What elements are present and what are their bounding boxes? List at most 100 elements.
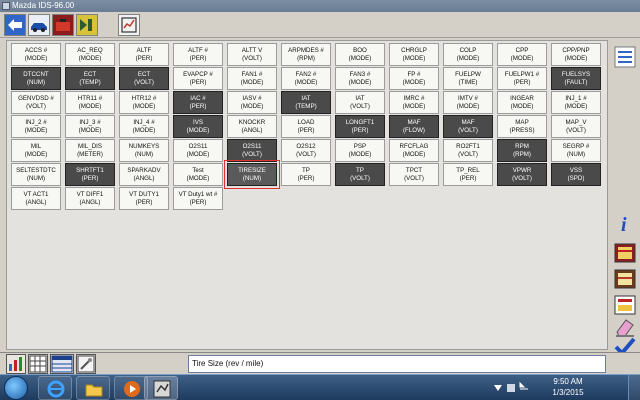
pid-name: COLP (459, 47, 477, 54)
pid-button[interactable]: TP (PER) (281, 163, 331, 186)
pid-button[interactable]: FAN3 # (MODE) (335, 67, 385, 90)
pid-button[interactable]: MAP_V (VOLT) (551, 115, 601, 138)
pid-button[interactable]: O2S11 (MODE) (173, 139, 223, 162)
pid-button[interactable]: ECT (TEMP) (65, 67, 115, 90)
pid-name: INJ_2 # (25, 119, 47, 126)
pid-button[interactable]: FUELPW1 # (PER) (497, 67, 547, 90)
pid-button[interactable]: INJ_2 # (MODE) (11, 115, 61, 138)
pid-unit: (METER) (77, 151, 103, 158)
pid-unit: (VOLT) (242, 55, 262, 62)
table-view-button[interactable] (50, 354, 74, 374)
pid-button[interactable]: MIL_DIS (METER) (65, 139, 115, 162)
pid-button[interactable]: COLP (MODE) (443, 43, 493, 66)
pid-button[interactable]: ECT (VOLT) (119, 67, 169, 90)
pid-button[interactable]: O2S11 (VOLT) (227, 139, 277, 162)
pid-button[interactable]: RO2FT1 (VOLT) (443, 139, 493, 162)
pid-button[interactable]: RFCFLAG (MODE) (389, 139, 439, 162)
vehicle-button[interactable] (28, 14, 50, 36)
notes-button[interactable] (613, 268, 637, 290)
list-view-button[interactable] (613, 46, 637, 68)
pid-button[interactable]: BOO (MODE) (335, 43, 385, 66)
clock[interactable]: 9:50 AM 1/3/2015 (520, 376, 616, 398)
pid-button[interactable]: FAN2 # (MODE) (281, 67, 331, 90)
grid-view-button[interactable] (28, 354, 48, 374)
pid-button[interactable]: EVAPCP # (PER) (173, 67, 223, 90)
start-button[interactable] (4, 376, 28, 400)
pid-button[interactable]: VSS (SPD) (551, 163, 601, 186)
pid-button[interactable]: CHRGLP (MODE) (389, 43, 439, 66)
pid-button[interactable]: SHRTFT1 (PER) (65, 163, 115, 186)
pid-button[interactable]: FAN1 # (MODE) (227, 67, 277, 90)
pid-button[interactable]: VT DIFF1 (ANGL) (65, 187, 115, 210)
pid-button[interactable]: KNOCKR (ANGL) (227, 115, 277, 138)
tool-button[interactable] (76, 354, 96, 374)
pid-button[interactable]: LOAD (PER) (281, 115, 331, 138)
pid-button[interactable]: FP # (MODE) (389, 67, 439, 90)
pid-button[interactable]: IAC # (PER) (173, 91, 223, 114)
back-button[interactable] (4, 14, 26, 36)
pid-button[interactable]: INJ_4 # (MODE) (119, 115, 169, 138)
pid-button[interactable]: IAT (TEMP) (281, 91, 331, 114)
pid-button[interactable]: MIL (MODE) (11, 139, 61, 162)
show-desktop-button[interactable] (628, 375, 640, 400)
pid-button[interactable]: AC_REQ (MODE) (65, 43, 115, 66)
pid-button[interactable]: ALTT V (VOLT) (227, 43, 277, 66)
pid-button[interactable]: ALTF (PER) (119, 43, 169, 66)
pid-button[interactable]: HTR11 # (MODE) (65, 91, 115, 114)
pid-button[interactable]: VT Duty1 wt # (PER) (173, 187, 223, 210)
pid-button[interactable]: DTCCNT (NUM) (11, 67, 61, 90)
pid-button[interactable]: Test (MODE) (173, 163, 223, 186)
pid-button[interactable]: SELTESTDTC (NUM) (11, 163, 61, 186)
pid-button[interactable]: IMRC # (MODE) (389, 91, 439, 114)
pid-unit: (PER) (189, 199, 207, 206)
pid-name: FUELPW (455, 71, 481, 78)
pid-button[interactable]: MAP (PRESS) (497, 115, 547, 138)
eraser-button[interactable] (613, 316, 637, 338)
pid-button[interactable]: TP_REL (PER) (443, 163, 493, 186)
pid-button[interactable]: SEGRP # (NUM) (551, 139, 601, 162)
pid-button[interactable]: GENVDSD # (VOLT) (11, 91, 61, 114)
toolbox-button[interactable] (52, 14, 74, 36)
taskbar-ie-button[interactable] (38, 376, 72, 400)
pid-button[interactable]: MAF (FLOW) (389, 115, 439, 138)
pid-button[interactable]: VT DUTY1 (PER) (119, 187, 169, 210)
pid-button[interactable]: CPP (MODE) (497, 43, 547, 66)
pid-button[interactable]: IMTV # (MODE) (443, 91, 493, 114)
bar-graph-button[interactable] (6, 354, 26, 374)
pid-button[interactable]: TPCT (VOLT) (389, 163, 439, 186)
pid-button[interactable]: IVS (MODE) (173, 115, 223, 138)
pid-button[interactable]: VT ACT1 (ANGL) (11, 187, 61, 210)
bar-graph-icon (9, 357, 22, 371)
pid-button[interactable]: PSP (MODE) (335, 139, 385, 162)
pid-button[interactable]: VPWR (VOLT) (497, 163, 547, 186)
pid-button[interactable]: INJ_1 # (MODE) (551, 91, 601, 114)
pid-button[interactable]: HTR12 # (MODE) (119, 91, 169, 114)
clipboard-button[interactable] (613, 294, 637, 316)
info-button[interactable]: i (613, 212, 637, 236)
pid-button[interactable]: TP (VOLT) (335, 163, 385, 186)
pid-button[interactable]: IAT (VOLT) (335, 91, 385, 114)
taskbar-ids-button[interactable] (144, 376, 178, 400)
pid-button[interactable]: O2S12 (VOLT) (281, 139, 331, 162)
forward-button[interactable] (76, 14, 98, 36)
pid-button[interactable]: FUELPW (TIME) (443, 67, 493, 90)
pid-button[interactable]: IASV # (MODE) (227, 91, 277, 114)
pid-button[interactable]: ALTF # (PER) (173, 43, 223, 66)
pid-button[interactable]: FUELSYS (FAULT) (551, 67, 601, 90)
pid-button[interactable]: CPP/PNP (MODE) (551, 43, 601, 66)
pid-name: TP_REL (456, 167, 480, 174)
taskbar-explorer-button[interactable] (76, 376, 110, 400)
book-button[interactable] (613, 242, 637, 264)
taskbar-media-button[interactable] (114, 376, 148, 400)
pid-button[interactable]: SPARKADV (ANGL) (119, 163, 169, 186)
pid-button[interactable]: ARPMDES # (RPM) (281, 43, 331, 66)
pid-button[interactable]: INGEAR (MODE) (497, 91, 547, 114)
pid-button[interactable]: MAF (VOLT) (443, 115, 493, 138)
pid-button[interactable]: INJ_3 # (MODE) (65, 115, 115, 138)
pid-button[interactable]: NUMKEYS (NUM) (119, 139, 169, 162)
pid-button[interactable]: RPM (RPM) (497, 139, 547, 162)
pid-button[interactable]: ACCS # (MODE) (11, 43, 61, 66)
pid-button[interactable]: TIRESIZE (NUM) (224, 160, 280, 189)
datalogger-button[interactable] (118, 14, 140, 36)
pid-button[interactable]: LONGFT1 (PER) (335, 115, 385, 138)
